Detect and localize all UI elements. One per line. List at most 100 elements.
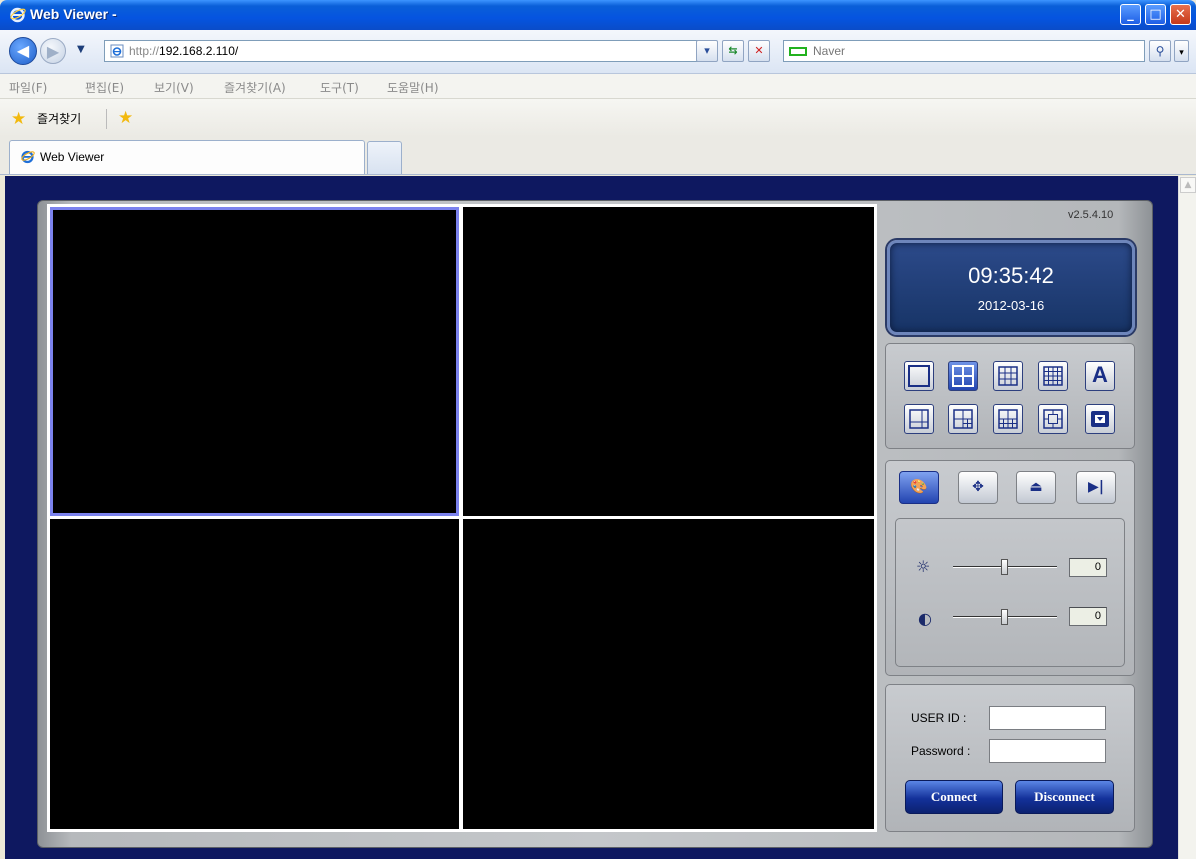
video-channel-4[interactable] [463, 519, 874, 829]
video-grid [47, 204, 877, 832]
url-host: 192.168.2.110/ [159, 44, 239, 58]
layout-7-button[interactable] [948, 404, 978, 434]
menu-favorites[interactable]: 즐겨찾기(A) [224, 79, 286, 96]
maximize-icon: □ [1149, 7, 1162, 22]
layout-single-icon [908, 365, 930, 387]
search-placeholder: Naver [813, 44, 846, 58]
minimize-button[interactable]: _ [1120, 4, 1141, 25]
layout-10-button[interactable] [993, 404, 1023, 434]
layout-sixteen-icon [1043, 366, 1063, 386]
playback-button[interactable]: ▶| [1076, 471, 1116, 504]
version-label: v2.5.4.10 [1068, 209, 1114, 221]
menu-file[interactable]: 파일(F) [9, 79, 47, 96]
clock-display: 09:35:42 2012-03-16 [887, 240, 1135, 335]
search-button[interactable]: ⚲ [1149, 40, 1171, 62]
layout-1-button[interactable] [904, 361, 934, 391]
url-prefix: http:// [129, 44, 160, 58]
move-icon: ✥ [972, 479, 984, 495]
tab-label: Web Viewer [40, 150, 105, 164]
add-favorite-icon[interactable]: ★ [118, 108, 133, 128]
layout-16-button[interactable] [1038, 361, 1068, 391]
menu-tools[interactable]: 도구(T) [320, 79, 359, 96]
play-step-icon: ▶| [1088, 479, 1104, 495]
ptz-button[interactable]: ✥ [958, 471, 998, 504]
search-input[interactable]: Naver [783, 40, 1145, 62]
browser-window: Web Viewer - _ □ ✕ ◀ ▶ ▼ http://192.168.… [0, 0, 1196, 859]
color-adjust-button[interactable]: 🎨 [899, 471, 939, 504]
search-icon: ⚲ [1155, 44, 1165, 58]
tab-web-viewer[interactable]: Web Viewer [9, 140, 365, 174]
page-icon [110, 44, 124, 58]
menu-bar: 파일(F) 편집(E) 보기(V) 즐겨찾기(A) 도구(T) 도움말(H) [0, 74, 1196, 99]
password-input[interactable] [989, 739, 1106, 763]
palette-icon: 🎨 [910, 479, 928, 495]
password-label: Password : [911, 744, 971, 758]
stop-button[interactable]: ✕ [748, 40, 770, 62]
fullscreen-button[interactable] [1085, 404, 1115, 434]
layout-quad-icon [952, 365, 974, 387]
address-input[interactable]: http://192.168.2.110/ [104, 40, 716, 62]
layout-4-button[interactable] [948, 361, 978, 391]
close-icon: ✕ [1175, 7, 1186, 22]
contrast-value: 0 [1069, 607, 1107, 626]
forward-button[interactable]: ▶ [40, 38, 66, 64]
new-tab-button[interactable] [367, 141, 402, 174]
ie-logo-icon [10, 7, 26, 23]
favorites-button[interactable]: 즐겨찾기 [37, 110, 81, 127]
layout-13-button[interactable] [1038, 404, 1068, 434]
close-button[interactable]: ✕ [1170, 4, 1191, 25]
video-channel-3[interactable] [50, 519, 459, 829]
address-dropdown-button[interactable]: ▾ [696, 40, 718, 62]
maximize-button[interactable]: □ [1145, 4, 1166, 25]
stop-icon: ✕ [754, 44, 764, 57]
menu-view[interactable]: 보기(V) [154, 79, 194, 96]
alarm-icon: ⏏ [1029, 479, 1043, 495]
layout-thirteen-icon [1043, 409, 1063, 429]
window-title: Web Viewer - [30, 6, 117, 22]
naver-logo-icon [789, 47, 807, 56]
layout-9-button[interactable] [993, 361, 1023, 391]
layout-six-icon [909, 409, 929, 429]
fullscreen-icon [1091, 411, 1109, 427]
title-bar: Web Viewer - _ □ ✕ [0, 0, 1196, 30]
connect-button[interactable]: Connect [905, 780, 1003, 814]
auto-sequence-button[interactable]: A [1085, 361, 1115, 391]
minimize-icon: _ [1127, 7, 1134, 22]
user-id-label: USER ID : [911, 711, 967, 725]
contrast-slider[interactable] [1001, 609, 1008, 625]
tab-bar: Web Viewer [0, 137, 1196, 175]
refresh-button[interactable]: ⇆ [722, 40, 744, 62]
search-options-button[interactable]: ▾ [1174, 40, 1189, 62]
brightness-slider[interactable] [1001, 559, 1008, 575]
brightness-icon: ☼ [916, 557, 931, 576]
menu-edit[interactable]: 편집(E) [85, 79, 124, 96]
clock-date: 2012-03-16 [977, 298, 1045, 313]
user-id-input[interactable] [989, 706, 1106, 730]
history-dropdown-icon[interactable]: ▼ [77, 44, 85, 55]
layout-nine-icon [998, 366, 1018, 386]
refresh-icon: ⇆ [728, 44, 738, 57]
video-channel-2[interactable] [463, 207, 874, 516]
alarm-button[interactable]: ⏏ [1016, 471, 1056, 504]
layout-6-button[interactable] [904, 404, 934, 434]
address-toolbar: ◀ ▶ ▼ http://192.168.2.110/ ▾ ⇆ ✕ Naver … [0, 30, 1196, 74]
back-button[interactable]: ◀ [9, 37, 37, 65]
menu-help[interactable]: 도움말(H) [387, 79, 439, 96]
brightness-value: 0 [1069, 558, 1107, 577]
favorites-star-icon[interactable]: ★ [11, 109, 26, 129]
auto-sequence-icon: A [1092, 362, 1108, 387]
layout-ten-icon [998, 409, 1018, 429]
ie-tab-icon [21, 150, 35, 164]
contrast-icon: ◐ [918, 609, 932, 628]
back-arrow-icon: ◀ [16, 41, 30, 60]
disconnect-button[interactable]: Disconnect [1015, 780, 1114, 814]
scroll-up-icon[interactable]: ▲ [1180, 177, 1196, 193]
video-channel-1[interactable] [50, 207, 459, 516]
favorites-separator [106, 109, 107, 129]
image-adjust-group [895, 518, 1125, 667]
favorites-bar: ★ 즐겨찾기 ★ [0, 99, 1196, 137]
vertical-scrollbar[interactable]: ▲ [1178, 176, 1196, 859]
forward-arrow-icon: ▶ [46, 42, 60, 61]
chevron-down-icon: ▾ [1179, 48, 1184, 58]
url-text: http://192.168.2.110/ [129, 44, 238, 58]
